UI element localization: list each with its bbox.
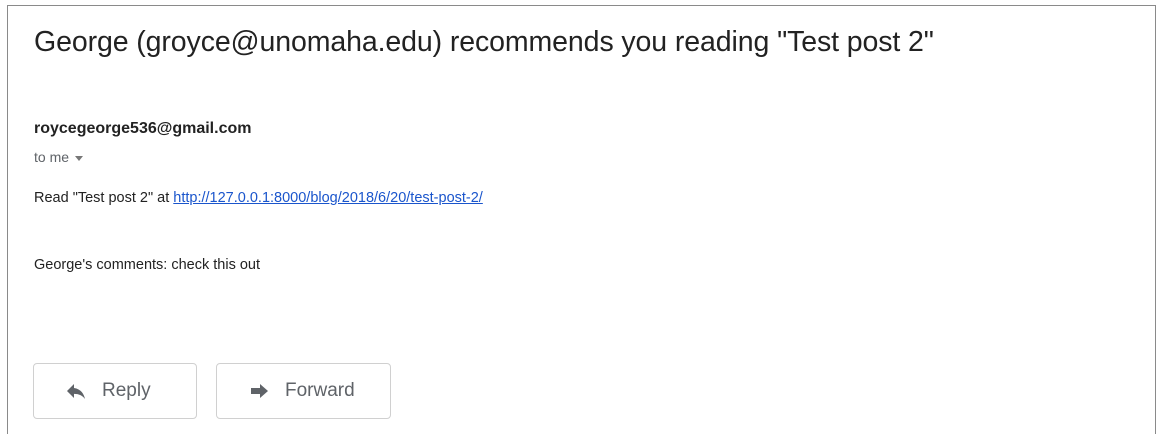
reply-button[interactable]: Reply bbox=[33, 363, 197, 419]
email-body-read-line: Read "Test post 2" at http://127.0.0.1:8… bbox=[34, 190, 483, 206]
reply-arrow-icon bbox=[64, 379, 88, 403]
forward-button[interactable]: Forward bbox=[216, 363, 391, 419]
post-link[interactable]: http://127.0.0.1:8000/blog/2018/6/20/tes… bbox=[173, 190, 483, 206]
email-subject: George (groyce@unomaha.edu) recommends y… bbox=[34, 26, 934, 58]
read-prefix-text: Read "Test post 2" at bbox=[34, 190, 174, 206]
email-body-comments: George's comments: check this out bbox=[34, 257, 261, 273]
sender-address[interactable]: roycegeorge536@gmail.com bbox=[34, 120, 251, 138]
email-message-pane: George (groyce@unomaha.edu) recommends y… bbox=[7, 5, 1156, 434]
recipient-details-toggle[interactable]: to me bbox=[34, 149, 84, 165]
recipient-label: to me bbox=[34, 149, 70, 165]
forward-arrow-icon bbox=[247, 379, 271, 403]
forward-label: Forward bbox=[285, 380, 355, 401]
reply-label: Reply bbox=[102, 380, 151, 401]
chevron-down-icon[interactable] bbox=[75, 155, 84, 161]
